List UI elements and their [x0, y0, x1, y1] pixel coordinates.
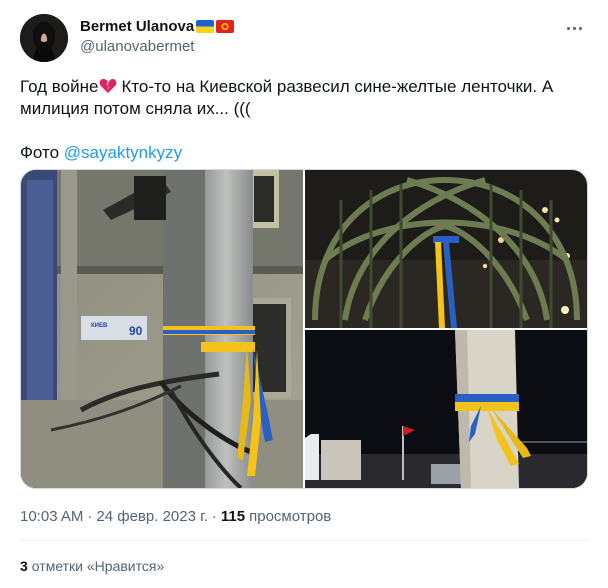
- street-sign-text: КИЕВ: [91, 323, 108, 329]
- street-sign-number: 90: [129, 324, 143, 338]
- views-label: просмотров: [249, 508, 332, 525]
- meta-separator: ·: [87, 508, 93, 525]
- photo-gate-with-ribbons[interactable]: [305, 170, 587, 328]
- tweet-line-2: милиция потом сняла их... (((: [20, 99, 251, 118]
- flag-ukraine-icon: [196, 19, 215, 33]
- tweet-header: Bermet Ulanova @ulanovabermet: [20, 14, 590, 62]
- flag-kyrgyzstan-icon: [216, 19, 235, 33]
- display-name-row: Bermet Ulanova: [80, 16, 235, 36]
- broken-heart-icon: [99, 78, 117, 94]
- photo-column-with-ribbon[interactable]: [305, 330, 587, 488]
- author-handle[interactable]: @ulanovabermet: [80, 38, 234, 55]
- mention-link[interactable]: @sayaktynkyzy: [64, 143, 182, 162]
- likes-label: отметки «Нравится»: [31, 558, 165, 574]
- divider: [20, 540, 588, 541]
- likes-count: 3: [20, 558, 28, 574]
- photo-credit-prefix: Фото: [20, 143, 64, 162]
- tweet-text-part: Кто-то на Киевской развесил сине-желтые …: [121, 77, 554, 96]
- tweet-photo-credit: Фото @sayaktynkyzy: [20, 142, 590, 164]
- media-grid: КИЕВ 90: [20, 169, 588, 489]
- views-count: 115: [220, 508, 246, 525]
- display-name[interactable]: Bermet Ulanova: [80, 18, 194, 35]
- tweet-text: Год войне Кто-то на Киевской развесил син…: [20, 76, 590, 164]
- tweet-text-part: Год войне: [20, 77, 99, 96]
- tweet-line-1: Год войне Кто-то на Киевской развесил син…: [20, 76, 590, 98]
- avatar[interactable]: [20, 14, 68, 62]
- author-names: Bermet Ulanova @ulanovabermet: [80, 16, 235, 55]
- tweet-date[interactable]: 24 февр. 2023 г.: [96, 508, 208, 525]
- tweet-time[interactable]: 10:03 AM: [20, 508, 83, 525]
- tweet: Bermet Ulanova @ulanovabermet Год войне К…: [0, 0, 608, 588]
- likes-link[interactable]: 3 отметки «Нравится»: [20, 558, 164, 574]
- meta-separator: ·: [211, 508, 217, 525]
- photo-pole-with-ribbons[interactable]: КИЕВ 90: [21, 170, 303, 488]
- more-options-icon[interactable]: [564, 18, 584, 38]
- tweet-meta: 10:03 AM · 24 февр. 2023 г. · 115 просмо…: [20, 508, 331, 525]
